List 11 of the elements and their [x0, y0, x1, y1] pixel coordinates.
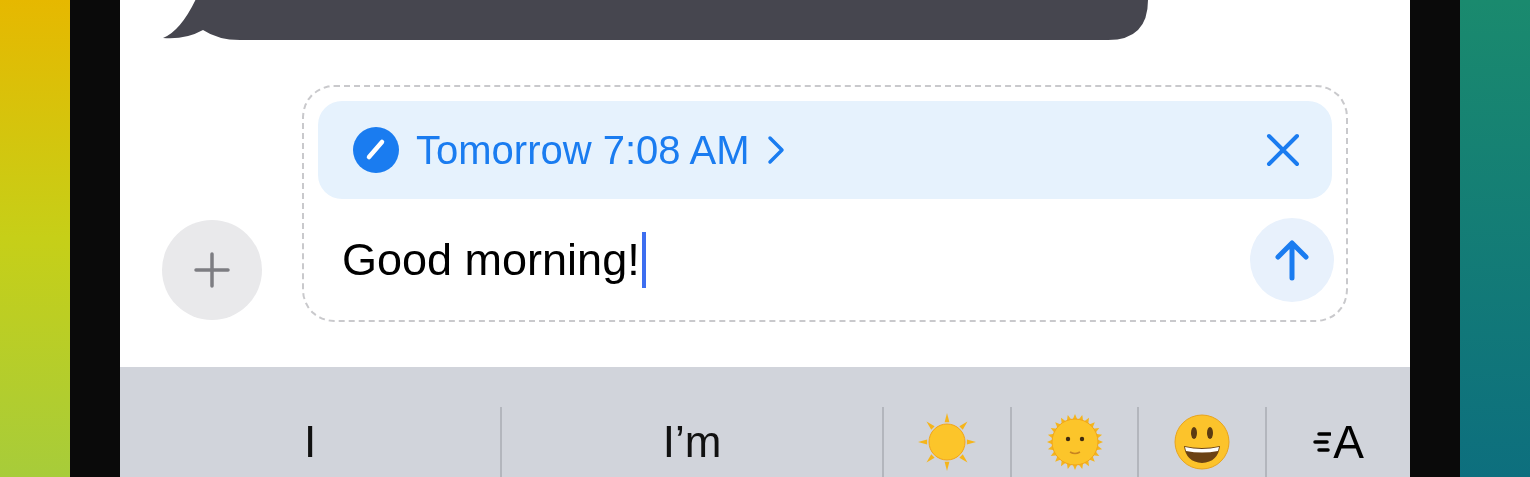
message-field[interactable]: Good morning!	[342, 231, 646, 288]
schedule-time-link[interactable]: Tomorrow 7:08 AM	[352, 126, 788, 174]
sun-icon	[917, 412, 977, 472]
text-format-button[interactable]: A	[1313, 415, 1364, 469]
word-suggestion[interactable]: I’m	[662, 417, 722, 467]
smiley-icon	[1174, 414, 1230, 470]
word-suggestion[interactable]: I	[303, 417, 317, 467]
pencil-circle-icon	[352, 126, 400, 174]
close-icon[interactable]	[1266, 133, 1300, 167]
plus-icon	[192, 250, 232, 290]
arrow-up-icon	[1272, 237, 1312, 282]
